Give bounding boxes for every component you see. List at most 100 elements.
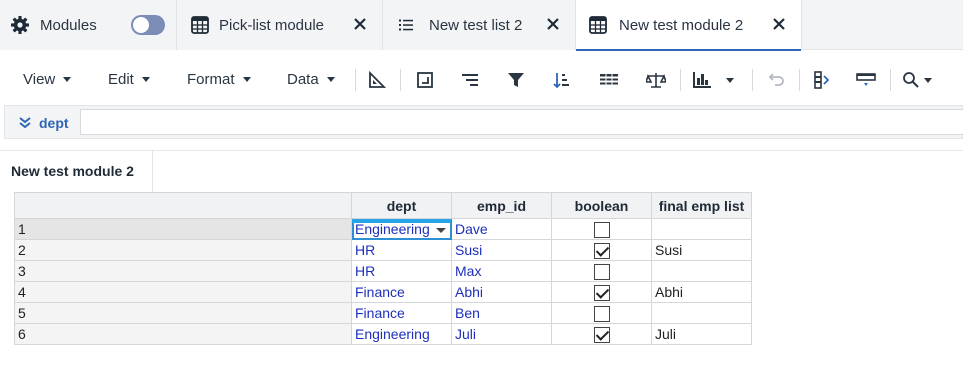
checkbox[interactable] bbox=[593, 326, 610, 343]
tab-test-module-label: New test module 2 bbox=[619, 16, 744, 34]
close-icon[interactable] bbox=[545, 16, 561, 32]
table-icon bbox=[588, 15, 608, 35]
toolbar-divider bbox=[890, 69, 891, 91]
chart-dropdown-button[interactable] bbox=[692, 69, 742, 91]
table-row: 3 HR Max bbox=[14, 260, 752, 282]
emp-id-cell[interactable]: Dave bbox=[451, 218, 552, 240]
final-emp-list-cell[interactable]: Juli bbox=[651, 323, 752, 345]
menu-view-label: View bbox=[23, 71, 56, 88]
row-insert-icon[interactable] bbox=[855, 69, 877, 91]
triangle-ruler-icon[interactable] bbox=[366, 69, 388, 91]
menu-format[interactable]: Format bbox=[187, 71, 251, 88]
filter-icon[interactable] bbox=[505, 69, 527, 91]
section-tab[interactable]: New test module 2 bbox=[0, 150, 153, 192]
align-right-lines-icon[interactable] bbox=[459, 69, 481, 91]
boolean-cell[interactable] bbox=[551, 239, 652, 261]
grid-corner bbox=[14, 192, 352, 219]
double-chevron-down-icon[interactable] bbox=[18, 116, 32, 130]
section-title: New test module 2 bbox=[11, 163, 134, 179]
row-number[interactable]: 3 bbox=[14, 260, 352, 282]
final-emp-list-cell[interactable] bbox=[651, 218, 752, 240]
search-dropdown-button[interactable] bbox=[902, 69, 942, 91]
toolbar-divider bbox=[799, 69, 800, 91]
table-row: 5 Finance Ben bbox=[14, 302, 752, 324]
cell-value: Engineering bbox=[355, 221, 430, 237]
close-icon[interactable] bbox=[771, 16, 787, 32]
checkbox[interactable] bbox=[593, 284, 610, 301]
tab-new-test-module-2[interactable]: New test module 2 bbox=[576, 0, 802, 51]
final-emp-list-cell[interactable] bbox=[651, 302, 752, 324]
chevron-down-icon bbox=[242, 77, 251, 82]
dept-cell[interactable]: Finance bbox=[351, 281, 452, 303]
dept-cell[interactable]: HR bbox=[351, 239, 452, 261]
column-header-boolean[interactable]: boolean bbox=[551, 192, 652, 219]
checkbox[interactable] bbox=[593, 242, 610, 259]
emp-id-cell[interactable]: Ben bbox=[451, 302, 552, 324]
dept-cell[interactable]: HR bbox=[351, 260, 452, 282]
dept-cell-dropdown[interactable]: Engineering bbox=[351, 218, 452, 240]
column-header-emp-id[interactable]: emp_id bbox=[451, 192, 552, 219]
dept-cell[interactable]: Finance bbox=[351, 302, 452, 324]
boolean-cell[interactable] bbox=[551, 260, 652, 282]
menu-edit[interactable]: Edit bbox=[108, 71, 150, 88]
table-row: 6 Engineering Juli Juli bbox=[14, 323, 752, 345]
final-emp-list-cell[interactable] bbox=[651, 260, 752, 282]
tab-modules-label: Modules bbox=[40, 16, 97, 34]
formula-input[interactable] bbox=[80, 109, 963, 135]
tab-modules[interactable]: Modules bbox=[0, 0, 177, 50]
undo-icon[interactable] bbox=[765, 69, 787, 91]
list-icon bbox=[396, 15, 416, 35]
menu-format-label: Format bbox=[187, 71, 235, 88]
gear-icon bbox=[10, 15, 30, 35]
boolean-cell[interactable] bbox=[551, 302, 652, 324]
bar-chart-icon bbox=[692, 71, 712, 89]
header-row: dept emp_id boolean final emp list bbox=[14, 192, 752, 219]
toolbar-divider bbox=[680, 69, 681, 91]
chevron-down-icon[interactable] bbox=[435, 227, 446, 233]
close-icon[interactable] bbox=[352, 16, 368, 32]
emp-id-cell[interactable]: Susi bbox=[451, 239, 552, 261]
checkbox[interactable] bbox=[593, 305, 610, 322]
row-number[interactable]: 1 bbox=[14, 218, 352, 240]
menu-edit-label: Edit bbox=[108, 71, 134, 88]
chevron-down-icon bbox=[63, 77, 72, 82]
emp-id-cell[interactable]: Abhi bbox=[451, 281, 552, 303]
checkbox[interactable] bbox=[593, 263, 610, 280]
search-icon bbox=[902, 71, 920, 89]
table-row: 2 HR Susi Susi bbox=[14, 239, 752, 261]
boolean-cell[interactable] bbox=[551, 218, 652, 240]
sort-icon[interactable] bbox=[551, 69, 573, 91]
tab-new-test-list-2[interactable]: New test list 2 bbox=[383, 0, 576, 50]
row-number[interactable]: 6 bbox=[14, 323, 352, 345]
row-number[interactable]: 4 bbox=[14, 281, 352, 303]
tab-bar: Modules Pick-list module New test list 2… bbox=[0, 0, 963, 51]
checkbox[interactable] bbox=[593, 221, 610, 238]
toolbar-divider bbox=[400, 69, 401, 91]
modules-toggle[interactable] bbox=[131, 15, 165, 35]
column-header-dept[interactable]: dept bbox=[351, 192, 452, 219]
menu-view[interactable]: View bbox=[23, 71, 72, 88]
tab-pick-list-module[interactable]: Pick-list module bbox=[177, 0, 383, 50]
balance-scale-icon[interactable] bbox=[645, 69, 667, 91]
boolean-cell[interactable] bbox=[551, 281, 652, 303]
row-number[interactable]: 2 bbox=[14, 239, 352, 261]
row-number[interactable]: 5 bbox=[14, 302, 352, 324]
final-emp-list-cell[interactable]: Susi bbox=[651, 239, 752, 261]
toolbar-divider bbox=[355, 69, 356, 91]
grid-icon[interactable] bbox=[598, 69, 620, 91]
boolean-cell[interactable] bbox=[551, 323, 652, 345]
tab-test-list-label: New test list 2 bbox=[429, 16, 523, 34]
menu-data[interactable]: Data bbox=[287, 71, 335, 88]
data-grid: dept emp_id boolean final emp list 1 Eng… bbox=[14, 192, 752, 345]
final-emp-list-cell[interactable]: Abhi bbox=[651, 281, 752, 303]
tab-pick-list-label: Pick-list module bbox=[219, 16, 325, 34]
column-split-icon[interactable] bbox=[810, 69, 832, 91]
emp-id-cell[interactable]: Juli bbox=[451, 323, 552, 345]
emp-id-cell[interactable]: Max bbox=[451, 260, 552, 282]
table-icon bbox=[190, 15, 210, 35]
formula-bar: dept bbox=[4, 105, 963, 139]
dept-cell[interactable]: Engineering bbox=[351, 323, 452, 345]
toolbar: View Edit Format Data bbox=[0, 61, 963, 99]
column-header-final-emp-list[interactable]: final emp list bbox=[651, 192, 752, 219]
insert-chart-icon[interactable] bbox=[414, 69, 436, 91]
